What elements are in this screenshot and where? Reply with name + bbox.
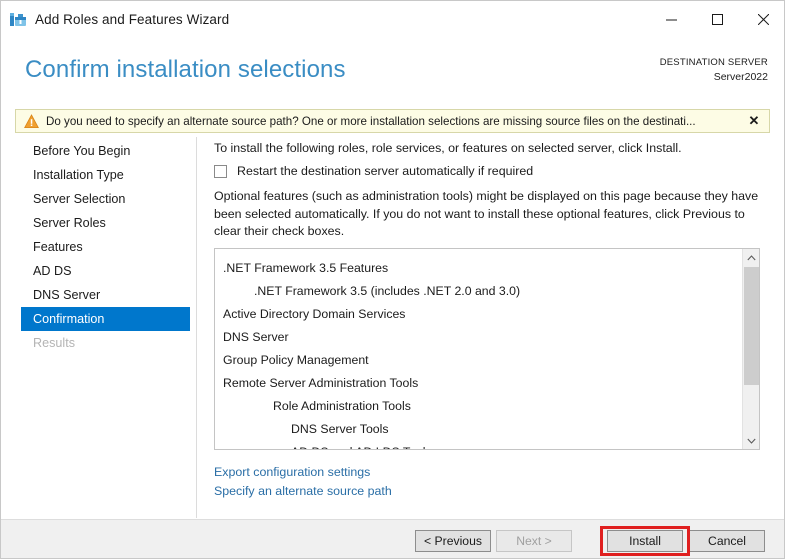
destination-server-label: DESTINATION SERVER — [659, 57, 768, 68]
sidebar-item-before-you-begin[interactable]: Before You Begin — [21, 139, 190, 163]
scroll-down-icon[interactable] — [743, 432, 759, 449]
specify-alternate-source-path-link[interactable]: Specify an alternate source path — [214, 482, 392, 501]
listbox-scrollbar[interactable] — [742, 249, 759, 449]
list-item[interactable]: Role Administration Tools — [215, 395, 742, 418]
install-button[interactable]: Install — [607, 530, 683, 552]
sidebar-item-installation-type[interactable]: Installation Type — [21, 163, 190, 187]
list-item[interactable]: DNS Server — [215, 326, 742, 349]
sidebar-item-results: Results — [33, 336, 75, 350]
installation-selections-listbox[interactable]: .NET Framework 3.5 Features .NET Framewo… — [214, 248, 760, 450]
sidebar-item-features[interactable]: Features — [21, 235, 190, 259]
add-roles-and-features-wizard-window: Add Roles and Features Wizard Confirm in… — [0, 0, 785, 559]
minimize-icon[interactable] — [648, 1, 694, 38]
window-controls — [648, 1, 784, 38]
warning-triangle-icon — [24, 113, 39, 129]
window-title: Add Roles and Features Wizard — [35, 12, 230, 27]
title-bar: Add Roles and Features Wizard — [1, 1, 784, 38]
destination-server-name: Server2022 — [713, 70, 768, 83]
warning-notification-bar[interactable]: Do you need to specify an alternate sour… — [15, 109, 770, 133]
main-content-pane: To install the following roles, role ser… — [198, 137, 784, 518]
sidebar-item-server-roles[interactable]: Server Roles — [21, 211, 190, 235]
restart-server-label: Restart the destination server automatic… — [237, 164, 534, 178]
installation-selections-list: .NET Framework 3.5 Features .NET Framewo… — [215, 249, 742, 449]
optional-features-note: Optional features (such as administratio… — [214, 189, 759, 238]
sidebar-item-server-selection[interactable]: Server Selection — [21, 187, 190, 211]
restart-server-checkbox[interactable] — [214, 164, 227, 178]
toolbox-icon — [9, 11, 27, 29]
intro-text: To install the following roles, role ser… — [214, 141, 682, 155]
scrollbar-thumb[interactable] — [744, 267, 759, 385]
restart-server-row[interactable]: Restart the destination server automatic… — [214, 164, 533, 178]
sidebar-item-confirmation[interactable]: Confirmation — [21, 307, 190, 331]
wizard-navigation-sidebar: Before You Begin Installation Type Serve… — [1, 137, 197, 518]
scroll-up-icon[interactable] — [743, 249, 759, 266]
warning-close-icon[interactable]: ✕ — [741, 110, 767, 132]
wizard-footer: < Previous Next > Install Cancel — [1, 519, 784, 558]
list-item[interactable]: .NET Framework 3.5 (includes .NET 2.0 an… — [215, 280, 742, 303]
list-item[interactable]: Remote Server Administration Tools — [215, 372, 742, 395]
export-configuration-settings-link[interactable]: Export configuration settings — [214, 463, 392, 482]
destination-server-block: DESTINATION SERVER Server2022 — [660, 57, 768, 84]
sidebar-item-dns-server[interactable]: DNS Server — [21, 283, 190, 307]
close-icon[interactable] — [740, 1, 784, 38]
page-title: Confirm installation selections — [25, 56, 346, 83]
warning-message: Do you need to specify an alternate sour… — [46, 114, 696, 128]
list-item[interactable]: .NET Framework 3.5 Features — [215, 257, 742, 280]
list-item[interactable]: Group Policy Management — [215, 349, 742, 372]
list-item[interactable]: AD DS and AD LDS Tools — [215, 441, 742, 449]
header-band: Confirm installation selections DESTINAT… — [1, 38, 784, 101]
list-item[interactable]: Active Directory Domain Services — [215, 303, 742, 326]
maximize-icon[interactable] — [694, 1, 740, 38]
previous-button[interactable]: < Previous — [415, 530, 491, 552]
action-links: Export configuration settings Specify an… — [214, 463, 392, 501]
next-button: Next > — [496, 530, 572, 552]
cancel-button[interactable]: Cancel — [689, 530, 765, 552]
sidebar-item-ad-ds[interactable]: AD DS — [21, 259, 190, 283]
list-item[interactable]: DNS Server Tools — [215, 418, 742, 441]
